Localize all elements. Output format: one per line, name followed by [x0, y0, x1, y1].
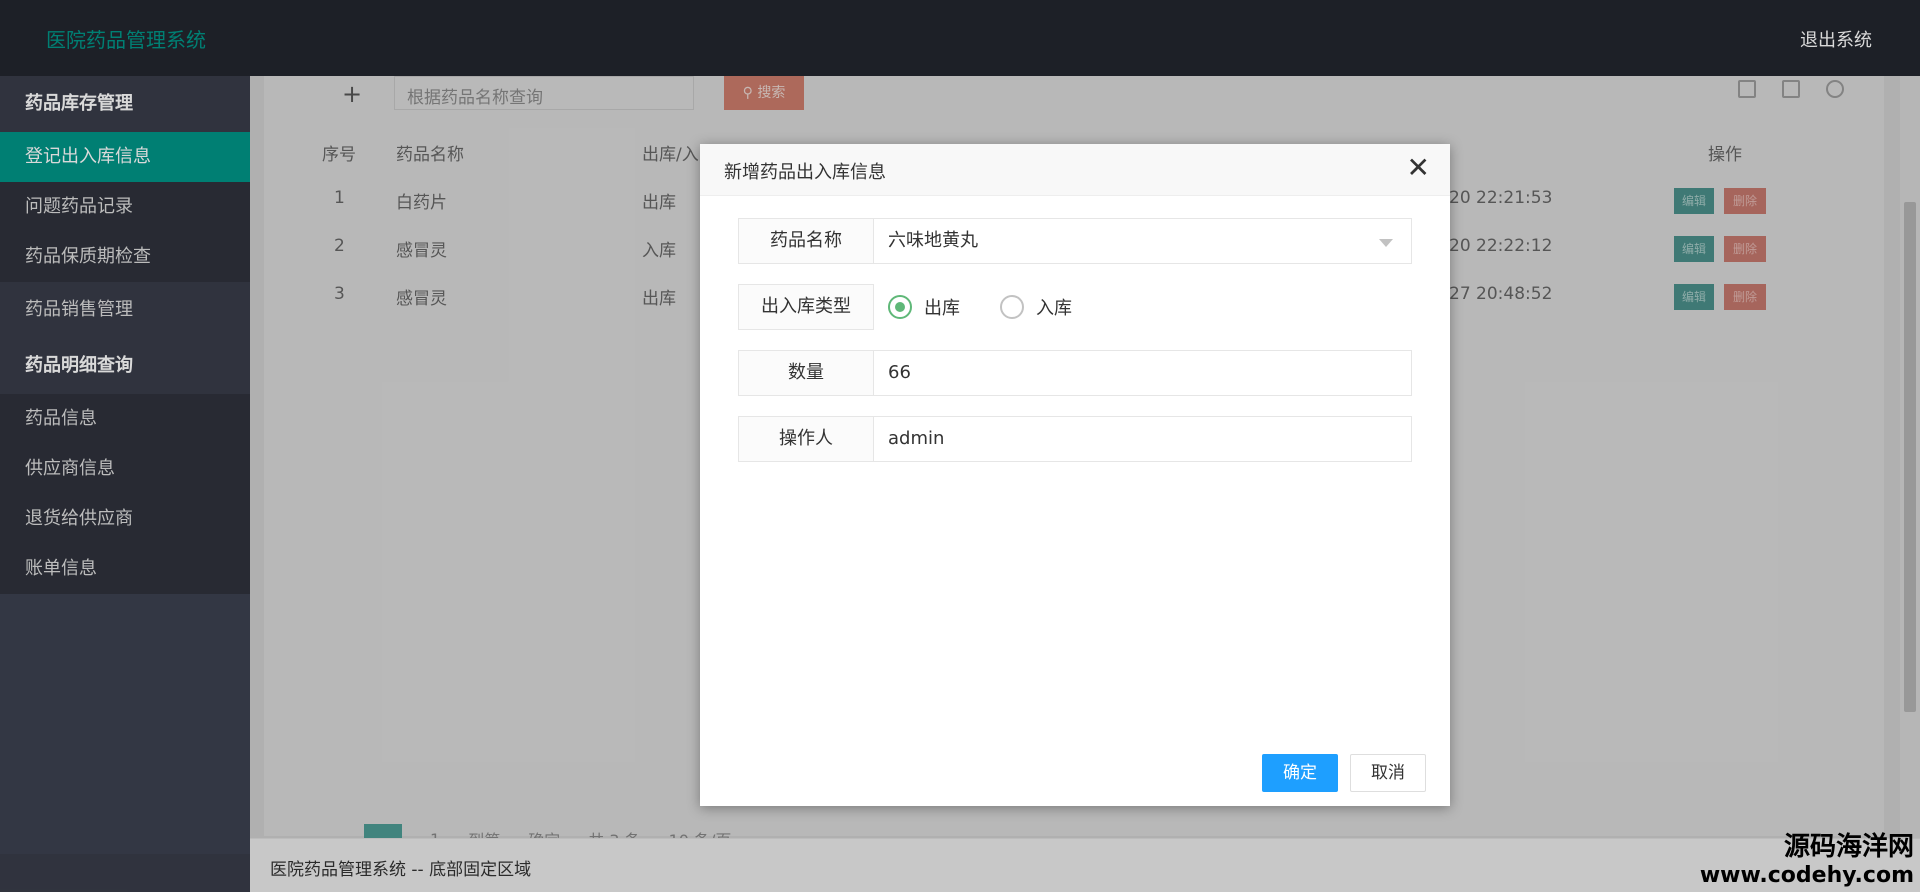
- app-logo-title: 医院药品管理系统: [46, 28, 206, 52]
- sidebar-item-register-io[interactable]: 登记出入库信息: [0, 132, 250, 182]
- row-io-type: 出库: [642, 289, 676, 309]
- watermark-url: www.codehy.com: [1699, 863, 1914, 888]
- quantity-label: 数量: [738, 350, 874, 396]
- sidebar-item-return-supplier[interactable]: 退货给供应商: [0, 494, 250, 544]
- watermark-cn: 源码海洋网: [1783, 832, 1914, 862]
- sidebar-item-problem-drugs[interactable]: 问题药品记录: [0, 182, 250, 232]
- io-type-label: 出入库类型: [738, 284, 874, 330]
- row-index: 3: [334, 284, 345, 304]
- row-time: 27 20:48:52: [1449, 284, 1553, 304]
- search-button-label: 搜索: [757, 85, 786, 101]
- radio-outbound-label: 出库: [924, 298, 960, 319]
- watermark: 源码海洋网 www.codehy.com: [1700, 826, 1914, 888]
- dialog-header: 新增药品出入库信息 ✕: [700, 144, 1450, 196]
- row-drug-name: 感冒灵: [396, 289, 447, 309]
- drug-name-select[interactable]: 六味地黄丸: [874, 218, 1412, 264]
- sidebar-group-details[interactable]: 药品明细查询: [0, 338, 250, 394]
- io-type-radio-group: 出库 入库: [874, 284, 1412, 330]
- delete-button[interactable]: 删除: [1724, 284, 1766, 310]
- row-io-type: 入库: [642, 241, 676, 261]
- row-index: 1: [334, 188, 345, 208]
- search-button[interactable]: ⚲ 搜索: [724, 76, 804, 110]
- footer-text: 医院药品管理系统 -- 底部固定区域: [270, 860, 532, 880]
- add-icon[interactable]: +: [342, 80, 362, 108]
- delete-button[interactable]: 删除: [1724, 236, 1766, 262]
- logout-link[interactable]: 退出系统: [1800, 26, 1872, 52]
- sidebar-empty-area: [0, 594, 250, 854]
- sidebar-item-supplier-info[interactable]: 供应商信息: [0, 444, 250, 494]
- column-header-name: 药品名称: [396, 145, 464, 165]
- column-header-actions: 操作: [1708, 145, 1742, 165]
- page-scrollbar[interactable]: [1900, 76, 1920, 838]
- scrollbar-thumb[interactable]: [1904, 202, 1916, 712]
- footer: 医院药品管理系统 -- 底部固定区域: [250, 838, 1920, 892]
- drug-name-row: 药品名称 六味地黄丸: [738, 218, 1412, 264]
- drug-name-value: 六味地黄丸: [888, 230, 978, 251]
- delete-button[interactable]: 删除: [1724, 188, 1766, 214]
- row-io-type: 出库: [642, 193, 676, 213]
- radio-inbound[interactable]: 入库: [1000, 294, 1072, 320]
- add-io-dialog: 新增药品出入库信息 ✕ 药品名称 六味地黄丸 出入库类型 出库 入库 数量 66…: [700, 144, 1450, 806]
- chevron-down-icon: [1379, 239, 1393, 247]
- sidebar-group-sales[interactable]: 药品销售管理: [0, 282, 250, 338]
- close-icon[interactable]: ✕: [1407, 154, 1430, 182]
- row-index: 2: [334, 236, 345, 256]
- sidebar-item-bill-info[interactable]: 账单信息: [0, 544, 250, 594]
- drug-name-label: 药品名称: [738, 218, 874, 264]
- edit-button[interactable]: 编辑: [1674, 284, 1714, 310]
- dialog-title: 新增药品出入库信息: [724, 162, 886, 183]
- io-type-row: 出入库类型 出库 入库: [738, 284, 1412, 330]
- edit-button[interactable]: 编辑: [1674, 236, 1714, 262]
- export-icon[interactable]: [1782, 80, 1800, 98]
- search-icon: ⚲: [742, 85, 753, 101]
- column-header-type: 出库/入: [642, 145, 699, 165]
- edit-button[interactable]: 编辑: [1674, 188, 1714, 214]
- row-drug-name: 白药片: [396, 193, 447, 213]
- columns-icon[interactable]: [1738, 80, 1756, 98]
- radio-inbound-label: 入库: [1036, 298, 1072, 319]
- operator-row: 操作人 admin: [738, 416, 1412, 462]
- top-header: 医院药品管理系统 退出系统: [0, 0, 1920, 76]
- radio-checked-icon: [888, 295, 912, 319]
- sidebar-item-drug-info[interactable]: 药品信息: [0, 394, 250, 444]
- radio-unchecked-icon: [1000, 295, 1024, 319]
- sidebar-group-inventory[interactable]: 药品库存管理: [0, 76, 250, 132]
- row-drug-name: 感冒灵: [396, 241, 447, 261]
- sidebar: 药品库存管理 登记出入库信息 问题药品记录 药品保质期检查 药品销售管理 药品明…: [0, 76, 250, 892]
- confirm-button[interactable]: 确定: [1262, 754, 1338, 792]
- cancel-button[interactable]: 取消: [1350, 754, 1426, 792]
- row-time: 20 22:21:53: [1449, 188, 1553, 208]
- sidebar-item-expiry-check[interactable]: 药品保质期检查: [0, 232, 250, 282]
- column-header-index: 序号: [322, 145, 356, 165]
- operator-input[interactable]: admin: [874, 416, 1412, 462]
- print-icon[interactable]: [1826, 80, 1844, 98]
- operator-label: 操作人: [738, 416, 874, 462]
- radio-outbound[interactable]: 出库: [888, 294, 960, 320]
- quantity-input[interactable]: 66: [874, 350, 1412, 396]
- quantity-row: 数量 66: [738, 350, 1412, 396]
- search-input[interactable]: 根据药品名称查询: [394, 76, 694, 110]
- table-toolbar-icons: [1738, 80, 1844, 98]
- row-time: 20 22:22:12: [1449, 236, 1553, 256]
